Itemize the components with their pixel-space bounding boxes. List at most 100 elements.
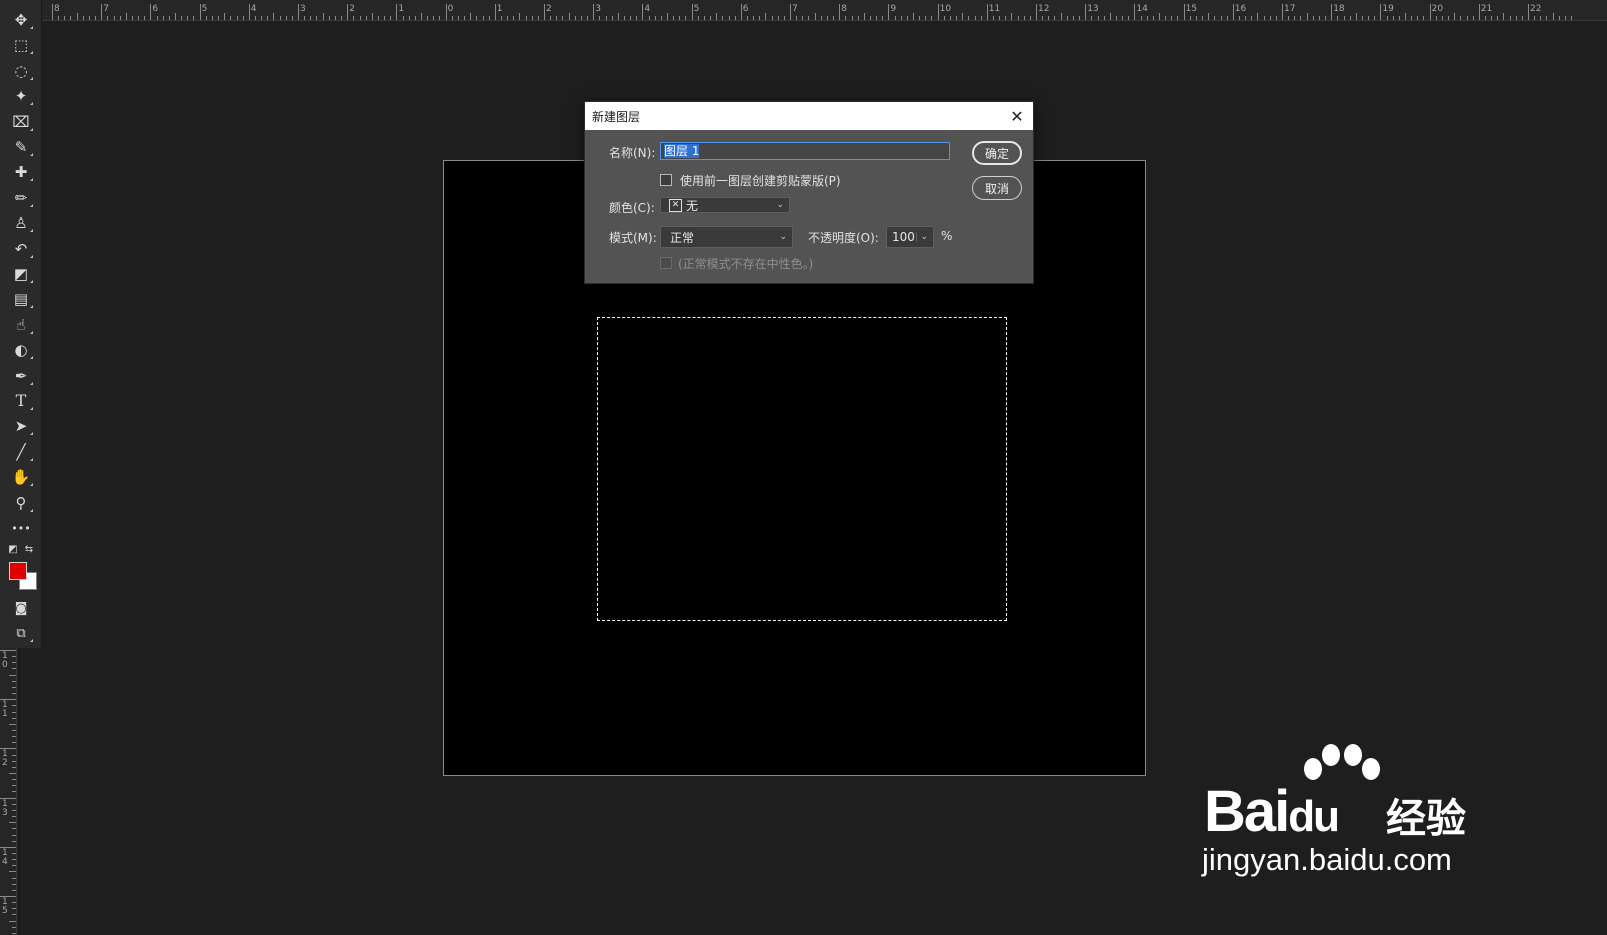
ruler-major-tick: [1134, 4, 1136, 20]
type-tool-icon[interactable]: T: [8, 390, 34, 412]
eraser-tool-icon[interactable]: ◩: [8, 263, 34, 285]
more-tools-icon[interactable]: •••: [8, 517, 34, 539]
new-layer-dialog: 新建图层 ✕ 名称(N): 图层 1 使用前一图层创建剪贴蒙版(P) 颜色(C)…: [584, 101, 1034, 284]
ruler-minor-tick: [1515, 16, 1517, 20]
lasso-tool-icon[interactable]: ◌: [8, 60, 34, 82]
ruler-minor-tick: [12, 791, 16, 793]
ruler-minor-tick: [12, 816, 16, 818]
ruler-tick-label: 1 0: [2, 651, 8, 670]
ruler-minor-tick: [58, 16, 60, 20]
ruler-tick-label: 16: [1234, 4, 1247, 14]
ruler-minor-tick: [679, 16, 681, 20]
ruler-minor-tick: [291, 16, 293, 20]
chevron-down-icon[interactable]: ⌄: [916, 232, 928, 242]
ruler-tick-label: 6: [152, 4, 159, 14]
brush-tool-icon[interactable]: ✏: [8, 187, 34, 209]
hand-tool-icon[interactable]: ✋: [8, 466, 34, 488]
ruler-minor-tick: [833, 16, 835, 20]
layer-name-input[interactable]: 图层 1: [660, 142, 950, 160]
ruler-minor-tick: [76, 13, 78, 20]
ruler-minor-tick: [703, 16, 705, 20]
clone-stamp-tool-icon[interactable]: ♙: [8, 212, 34, 234]
path-selection-tool-icon[interactable]: ➤: [8, 415, 34, 437]
history-brush-tool-icon[interactable]: ↶: [8, 238, 34, 260]
ruler-major-tick: [986, 4, 988, 20]
screen-mode-icon[interactable]: ⧉: [8, 622, 34, 644]
pen-tool-icon[interactable]: ✒: [8, 365, 34, 387]
quick-mask-icon[interactable]: ◙: [8, 597, 34, 619]
opacity-input[interactable]: 100 ⌄: [886, 226, 934, 248]
ruler-minor-tick: [390, 16, 392, 20]
neutral-color-checkbox[interactable]: [660, 257, 672, 269]
swap-colors-icon[interactable]: ⇆: [22, 543, 36, 557]
ruler-minor-tick: [1245, 16, 1247, 20]
ruler-tick-label: 21: [1480, 4, 1493, 14]
dialog-titlebar: 新建图层 ✕: [585, 102, 1033, 130]
ruler-minor-tick: [12, 785, 16, 787]
ruler-minor-tick: [193, 16, 195, 20]
ruler-minor-tick: [1558, 16, 1560, 20]
ruler-tick-label: 3: [595, 4, 601, 14]
ruler-minor-tick: [322, 13, 324, 20]
ruler-minor-tick: [1325, 16, 1327, 20]
close-icon[interactable]: ✕: [1007, 106, 1027, 126]
ruler-minor-tick: [12, 852, 16, 854]
default-colors-icon[interactable]: ◩: [6, 543, 20, 557]
crop-tool-icon[interactable]: ⌧: [8, 111, 34, 133]
ruler-major-tick: [1232, 4, 1234, 20]
ruler-minor-tick: [353, 16, 355, 20]
ruler-minor-tick: [1312, 16, 1314, 20]
ruler-tick-label: 15: [1185, 4, 1198, 14]
ruler-minor-tick: [70, 16, 72, 20]
ruler-minor-tick: [580, 16, 582, 20]
rectangular-marquee-tool-icon[interactable]: ⬚: [8, 34, 34, 56]
baidu-logo-text: Baidu: [1204, 779, 1340, 844]
zoom-tool-icon[interactable]: ⚲: [8, 492, 34, 514]
ruler-minor-tick: [1060, 13, 1062, 20]
ruler-minor-tick: [144, 16, 146, 20]
cancel-button[interactable]: 取消: [972, 176, 1022, 200]
ruler-tick-label: 1 5: [2, 897, 8, 916]
ruler-minor-tick: [88, 16, 90, 20]
ruler-minor-tick: [334, 16, 336, 20]
ok-button[interactable]: 确定: [972, 141, 1022, 165]
clip-mask-checkbox[interactable]: [660, 174, 672, 186]
magic-wand-tool-icon[interactable]: ✦: [8, 85, 34, 107]
ruler-minor-tick: [488, 16, 490, 20]
ruler-minor-tick: [1005, 16, 1007, 20]
ruler-minor-tick: [1165, 16, 1167, 20]
foreground-color-swatch[interactable]: [9, 562, 27, 580]
color-select[interactable]: ✕ 无 ⌄: [660, 197, 790, 213]
smudge-tool-icon[interactable]: ☝: [8, 314, 34, 336]
healing-brush-tool-icon[interactable]: ✚: [8, 161, 34, 183]
ruler-minor-tick: [12, 668, 16, 670]
ruler-minor-tick: [12, 926, 16, 928]
ruler-minor-tick: [12, 809, 16, 811]
ruler-major-tick: [691, 4, 693, 20]
move-tool-icon[interactable]: ✥: [8, 9, 34, 31]
ruler-minor-tick: [962, 13, 964, 20]
ruler-major-tick: [199, 4, 201, 20]
ruler-minor-tick: [12, 779, 16, 781]
eyedropper-tool-icon[interactable]: ✎: [8, 136, 34, 158]
dialog-title: 新建图层: [592, 109, 641, 124]
ruler-minor-tick: [1368, 16, 1370, 20]
ruler-minor-tick: [1159, 13, 1160, 20]
ruler-minor-tick: [1503, 13, 1505, 20]
ruler-minor-tick: [673, 16, 675, 20]
ruler-minor-tick: [894, 16, 896, 20]
ruler-minor-tick: [716, 13, 718, 20]
ruler-minor-tick: [1540, 16, 1542, 20]
ruler-minor-tick: [925, 16, 927, 20]
gradient-tool-icon[interactable]: ▤: [8, 288, 34, 310]
ruler-minor-tick: [1226, 16, 1228, 20]
dodge-tool-icon[interactable]: ◐: [8, 339, 34, 361]
mode-select[interactable]: 正常 ⌄: [660, 226, 793, 248]
paw-toe: [1304, 758, 1322, 780]
line-tool-icon[interactable]: ╱: [8, 441, 34, 463]
ruler-minor-tick: [12, 705, 16, 707]
ruler-minor-tick: [162, 16, 164, 20]
ruler-minor-tick: [1472, 16, 1474, 20]
ruler-major-tick: [494, 4, 496, 20]
ruler-minor-tick: [433, 16, 435, 20]
